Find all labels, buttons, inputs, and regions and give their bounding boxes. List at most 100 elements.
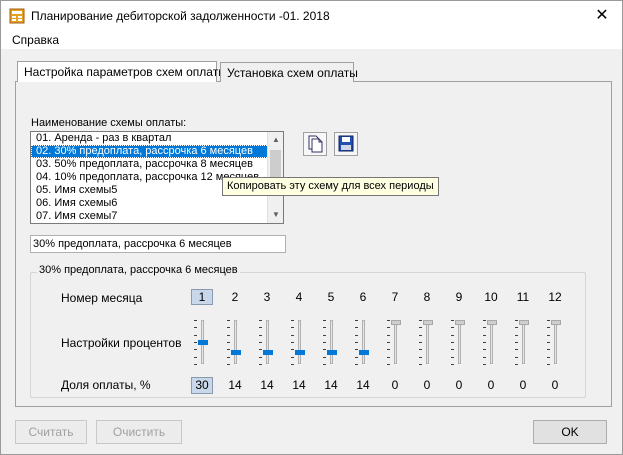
- close-button[interactable]: ✕: [592, 5, 612, 27]
- month-number: 9: [455, 290, 463, 304]
- slider-ticks: [323, 320, 328, 365]
- list-item[interactable]: 07. Имя схемы7: [31, 210, 269, 223]
- save-icon: [338, 135, 354, 152]
- month-number: 2: [231, 290, 239, 304]
- clear-button[interactable]: Очистить: [96, 420, 182, 444]
- copy-icon: [308, 135, 323, 153]
- list-item[interactable]: 06. Имя схемы6: [31, 197, 269, 210]
- slider-thumb[interactable]: [359, 350, 369, 356]
- percent-slider[interactable]: [259, 318, 275, 366]
- payment-share: 0: [551, 378, 559, 392]
- slider-track: [458, 320, 461, 364]
- slider-ticks: [259, 320, 264, 365]
- percent-slider[interactable]: [515, 318, 531, 366]
- slider-thumb[interactable]: [327, 350, 337, 356]
- tab-scheme-assignment[interactable]: Установка схем оплаты: [220, 62, 358, 82]
- payment-share: 14: [260, 378, 274, 392]
- copy-scheme-button[interactable]: [303, 132, 327, 156]
- month-number: 11: [516, 290, 530, 304]
- slider-ticks: [547, 320, 552, 365]
- payment-share: 0: [391, 378, 399, 392]
- month-number: 3: [263, 290, 271, 304]
- slider-track: [426, 320, 429, 364]
- dialog-window: Планирование дебиторской задолженности -…: [0, 0, 623, 455]
- slider-ticks: [291, 320, 296, 365]
- month-number: 4: [295, 290, 303, 304]
- slider-track: [234, 320, 237, 364]
- slider-ticks: [451, 320, 456, 365]
- payment-share: 0: [519, 378, 527, 392]
- slider-ticks: [227, 320, 232, 365]
- title-bar: Планирование дебиторской задолженности -…: [1, 1, 622, 31]
- slider-ticks: [483, 320, 488, 365]
- percent-slider[interactable]: [227, 318, 243, 366]
- ok-button[interactable]: OK: [533, 420, 607, 444]
- payment-share: 14: [292, 378, 306, 392]
- percent-settings-label: Настройки процентов: [61, 336, 182, 350]
- percent-slider[interactable]: [323, 318, 339, 366]
- payment-share: 30: [191, 377, 213, 394]
- list-item[interactable]: 01. Аренда - раз в квартал: [31, 132, 269, 145]
- payment-share: 0: [423, 378, 431, 392]
- scheme-name-field[interactable]: 30% предоплата, рассрочка 6 месяцев: [30, 235, 286, 253]
- tab-scheme-settings[interactable]: Настройка параметров схем оплаты: [17, 61, 227, 82]
- save-scheme-button[interactable]: [334, 132, 358, 156]
- month-number: 8: [423, 290, 431, 304]
- percent-slider[interactable]: [387, 318, 403, 366]
- payment-share: 14: [228, 378, 242, 392]
- month-number: 10: [484, 290, 498, 304]
- slider-track: [298, 320, 301, 364]
- scheme-list-label: Наименование схемы оплаты:: [31, 117, 187, 129]
- percent-slider[interactable]: [355, 318, 371, 366]
- scroll-up-icon[interactable]: ▲: [268, 132, 283, 148]
- calculate-button[interactable]: Считать: [15, 420, 87, 444]
- slider-track: [522, 320, 525, 364]
- slider-thumb[interactable]: [455, 320, 465, 325]
- slider-track: [490, 320, 493, 364]
- slider-ticks: [387, 320, 392, 365]
- slider-ticks: [515, 320, 520, 365]
- percent-slider[interactable]: [419, 318, 435, 366]
- slider-thumb[interactable]: [423, 320, 433, 325]
- month-number: 7: [391, 290, 399, 304]
- slider-track: [266, 320, 269, 364]
- slider-thumb[interactable]: [198, 340, 208, 346]
- percent-slider[interactable]: [451, 318, 467, 366]
- slider-track: [330, 320, 333, 364]
- slider-thumb[interactable]: [295, 350, 305, 356]
- slider-track: [362, 320, 365, 364]
- copy-tooltip: Копировать эту схему для всех периоды: [222, 177, 439, 196]
- slider-thumb[interactable]: [391, 320, 401, 325]
- month-number: 5: [327, 290, 335, 304]
- payment-share: 0: [487, 378, 495, 392]
- slider-thumb[interactable]: [263, 350, 273, 356]
- slider-thumb[interactable]: [231, 350, 241, 356]
- payment-share: 14: [356, 378, 370, 392]
- slider-thumb[interactable]: [519, 320, 529, 325]
- slider-track: [394, 320, 397, 364]
- month-number: 6: [359, 290, 367, 304]
- slider-thumb[interactable]: [487, 320, 497, 325]
- payment-share-label: Доля оплаты, %: [61, 378, 151, 392]
- slider-thumb[interactable]: [551, 320, 561, 325]
- scroll-down-icon[interactable]: ▼: [268, 207, 283, 223]
- slider-ticks: [355, 320, 360, 365]
- window-title: Планирование дебиторской задолженности -…: [31, 9, 330, 23]
- percent-slider[interactable]: [194, 318, 210, 366]
- menu-help[interactable]: Справка: [12, 33, 59, 47]
- month-number: 12: [548, 290, 562, 304]
- percent-slider[interactable]: [291, 318, 307, 366]
- percent-slider[interactable]: [483, 318, 499, 366]
- groupbox-title: 30% предоплата, рассрочка 6 месяцев: [37, 264, 240, 276]
- month-number-label: Номер месяца: [61, 291, 143, 305]
- slider-track: [554, 320, 557, 364]
- menu-bar: Справка: [1, 31, 622, 49]
- slider-ticks: [419, 320, 424, 365]
- percent-slider[interactable]: [547, 318, 563, 366]
- list-item-selected[interactable]: 02. 30% предоплата, рассрочка 6 месяцев: [31, 145, 269, 158]
- month-number: 1: [191, 289, 213, 305]
- list-item[interactable]: 03. 50% предоплата, рассрочка 8 месяцев: [31, 158, 269, 171]
- app-icon: [9, 8, 25, 24]
- payment-share: 0: [455, 378, 463, 392]
- payment-share: 14: [324, 378, 338, 392]
